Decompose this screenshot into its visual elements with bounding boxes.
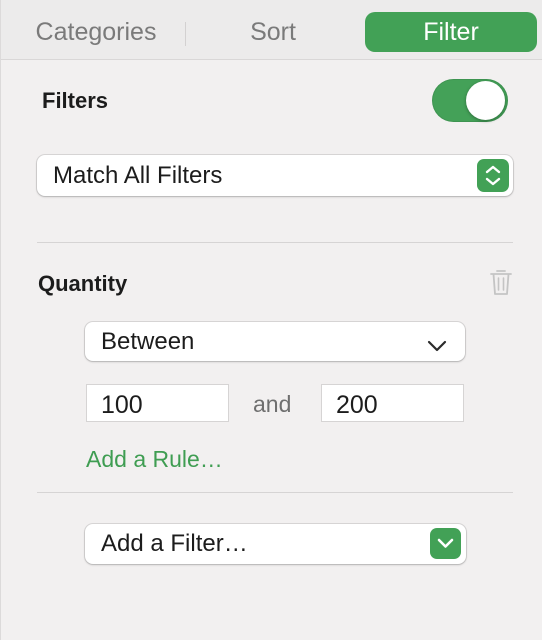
trash-icon[interactable] <box>489 268 513 296</box>
filters-heading: Filters <box>42 88 109 113</box>
rule-field-label: Quantity <box>38 271 128 296</box>
section-divider <box>37 242 513 243</box>
operator-select[interactable]: Between <box>85 322 465 361</box>
tab-categories[interactable]: Categories <box>15 12 177 52</box>
tab-filter[interactable]: Filter <box>365 12 537 52</box>
chevron-down-icon <box>430 528 461 559</box>
filters-toggle[interactable] <box>432 79 508 122</box>
operator-value: Between <box>101 327 195 355</box>
tab-bar: Categories Sort Filter <box>1 0 542 60</box>
chevron-down-icon <box>427 333 447 352</box>
section-divider <box>37 492 513 493</box>
tab-sort[interactable]: Sort <box>189 12 357 52</box>
match-mode-value: Match All Filters <box>53 161 223 189</box>
match-mode-select[interactable]: Match All Filters <box>37 155 513 196</box>
max-value-input[interactable]: 200 <box>321 384 464 422</box>
min-value-input[interactable]: 100 <box>86 384 229 422</box>
add-filter-select[interactable]: Add a Filter… <box>85 524 466 564</box>
filter-panel: Categories Sort Filter Filters Match All… <box>0 0 542 640</box>
tab-divider <box>185 22 186 46</box>
toggle-knob <box>466 81 505 120</box>
up-down-chevron-icon <box>477 159 509 192</box>
add-rule-link[interactable]: Add a Rule… <box>86 446 223 473</box>
add-filter-label: Add a Filter… <box>101 530 248 557</box>
range-joiner-label: and <box>253 391 292 417</box>
